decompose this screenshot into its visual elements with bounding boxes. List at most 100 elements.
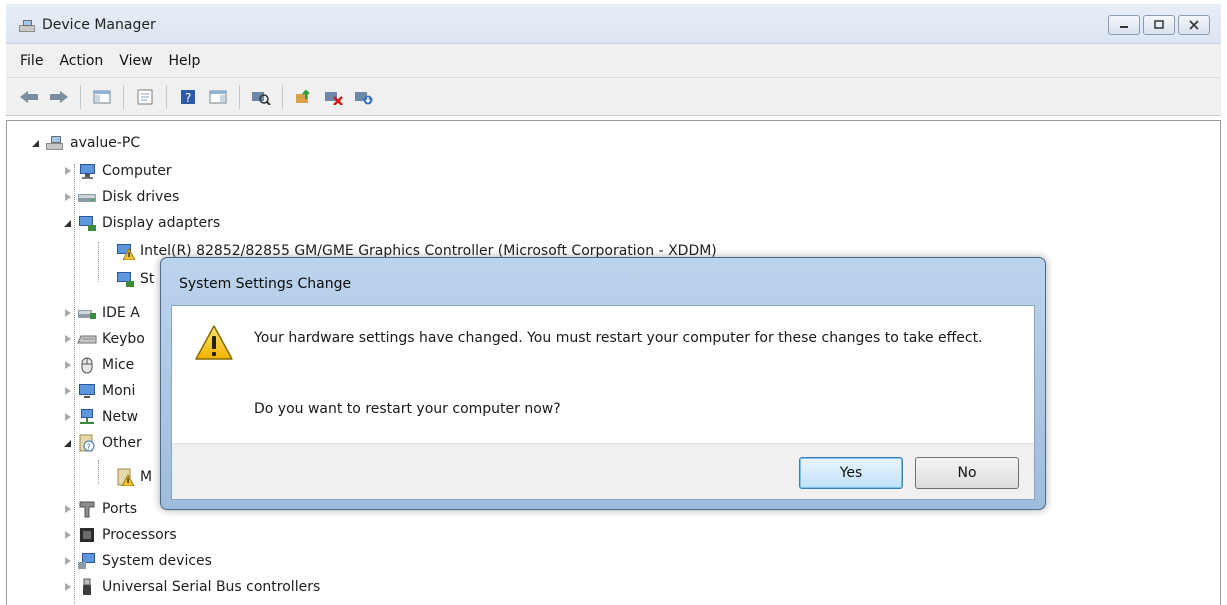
maximize-button[interactable] xyxy=(1143,15,1175,35)
svg-text:?: ? xyxy=(87,443,91,452)
title-bar: Device Manager xyxy=(6,4,1221,44)
toolbar-separator xyxy=(166,84,167,109)
unknown-device-warning-icon xyxy=(117,468,135,486)
show-hide-console-tree-button[interactable] xyxy=(89,84,115,110)
tree-item-display-adapter-2[interactable]: St xyxy=(115,266,154,292)
dialog-question: Do you want to restart your computer now… xyxy=(254,401,561,417)
tree-item-keyboards[interactable]: Keybo xyxy=(63,326,145,352)
scan-hardware-button[interactable] xyxy=(248,84,274,110)
menu-file[interactable]: File xyxy=(12,49,51,73)
tree-item-display-adapters[interactable]: Display adapters xyxy=(63,210,220,236)
tree-item-label: Display adapters xyxy=(102,215,221,231)
scan-hardware-icon xyxy=(252,91,271,105)
expand-arrow-icon[interactable] xyxy=(63,582,73,592)
tree-item-label: M xyxy=(140,469,153,485)
no-button[interactable]: No xyxy=(915,457,1019,489)
keyboard-icon xyxy=(77,335,97,344)
toolbar-separator xyxy=(123,84,124,109)
disable-device-icon xyxy=(325,91,343,105)
tree-item-label: Processors xyxy=(102,527,177,543)
collapse-arrow-icon[interactable] xyxy=(63,438,73,448)
tree-item-ide[interactable]: IDE A xyxy=(63,300,140,326)
expand-arrow-icon[interactable] xyxy=(63,192,73,202)
help-button[interactable]: ? xyxy=(175,84,201,110)
expand-arrow-icon[interactable] xyxy=(63,386,73,396)
processor-icon xyxy=(80,528,94,542)
disk-drive-icon xyxy=(78,194,96,202)
tree-item-usb[interactable]: Universal Serial Bus controllers xyxy=(63,574,320,600)
expand-arrow-icon[interactable] xyxy=(63,412,73,422)
display-adapter-icon xyxy=(117,272,134,287)
window-title: Device Manager xyxy=(42,17,156,33)
collapse-arrow-icon[interactable] xyxy=(31,138,41,148)
tree-item-label: Netw xyxy=(102,409,139,425)
display-adapter-warning-icon xyxy=(117,244,135,260)
display-adapter-icon xyxy=(79,216,96,231)
system-settings-change-dialog: System Settings Change Your hardware set… xyxy=(160,257,1046,510)
expand-arrow-icon[interactable] xyxy=(63,530,73,540)
show-hide-action-pane-button[interactable] xyxy=(205,84,231,110)
dialog-message: Your hardware settings have changed. You… xyxy=(254,330,983,346)
expand-arrow-icon[interactable] xyxy=(63,334,73,344)
tree-item-unknown-device[interactable]: M xyxy=(115,464,152,490)
expand-arrow-icon[interactable] xyxy=(63,360,73,370)
expand-arrow-icon[interactable] xyxy=(63,556,73,566)
tree-item-label: Keybo xyxy=(102,331,145,347)
dialog-overlay: System Settings Change Your hardware set… xyxy=(160,257,1046,510)
dialog-body: Your hardware settings have changed. You… xyxy=(171,305,1035,500)
tree-item-label: Mice xyxy=(102,357,135,373)
tree-item-label: Ports xyxy=(102,501,138,517)
close-icon xyxy=(1189,20,1199,30)
expand-arrow-icon[interactable] xyxy=(63,504,73,514)
uninstall-device-button[interactable] xyxy=(351,84,377,110)
other-devices-icon: ? xyxy=(79,434,95,452)
back-icon xyxy=(20,90,38,103)
pc-icon xyxy=(46,136,63,150)
system-devices-icon xyxy=(78,553,95,569)
expand-arrow-icon[interactable] xyxy=(63,166,73,176)
menu-view[interactable]: View xyxy=(111,49,160,73)
back-button[interactable] xyxy=(16,84,42,110)
mouse-icon xyxy=(81,357,93,374)
collapse-arrow-icon[interactable] xyxy=(63,218,73,228)
tree-item-ports[interactable]: Ports xyxy=(63,496,137,522)
tree-item-monitors[interactable]: Moni xyxy=(63,378,135,404)
dialog-title: System Settings Change xyxy=(179,276,352,292)
properties-icon xyxy=(137,89,153,104)
minimize-icon xyxy=(1120,26,1128,28)
close-button[interactable] xyxy=(1178,15,1210,35)
toolbar-separator xyxy=(80,84,81,109)
disable-device-button[interactable] xyxy=(321,84,347,110)
menu-help[interactable]: Help xyxy=(161,49,209,73)
tree-item-label: IDE A xyxy=(102,305,140,321)
uninstall-device-icon xyxy=(355,91,373,104)
tree-item-network[interactable]: Netw xyxy=(63,404,138,430)
tree-root[interactable]: avalue-PC xyxy=(31,130,140,156)
network-adapter-icon xyxy=(80,409,94,424)
minimize-button[interactable] xyxy=(1108,15,1140,35)
tree-item-system-devices[interactable]: System devices xyxy=(63,548,212,574)
tree-item-mice[interactable]: Mice xyxy=(63,352,134,378)
toolbar-separator xyxy=(239,84,240,109)
tree-item-other-devices[interactable]: ? Other xyxy=(63,430,142,456)
forward-button[interactable] xyxy=(46,84,72,110)
tree-item-computer[interactable]: Computer xyxy=(63,158,172,184)
tree-item-disk-drives[interactable]: Disk drives xyxy=(63,184,179,210)
menu-bar: File Action View Help xyxy=(6,44,1221,78)
ide-controller-icon xyxy=(78,310,96,319)
properties-button[interactable] xyxy=(132,84,158,110)
device-manager-icon xyxy=(19,20,35,32)
update-driver-button[interactable] xyxy=(291,84,317,110)
warning-icon xyxy=(195,325,233,360)
port-icon xyxy=(79,501,95,518)
tree-item-processors[interactable]: Processors xyxy=(63,522,177,548)
tree-guide-line xyxy=(98,242,99,282)
help-icon: ? xyxy=(181,89,195,105)
tree-item-label: System devices xyxy=(102,553,212,569)
menu-action[interactable]: Action xyxy=(51,49,111,73)
svg-text:?: ? xyxy=(185,91,191,105)
tree-item-label: Computer xyxy=(102,163,172,179)
dialog-button-bar: Yes No xyxy=(172,443,1034,499)
expand-arrow-icon[interactable] xyxy=(63,308,73,318)
yes-button[interactable]: Yes xyxy=(799,457,903,489)
